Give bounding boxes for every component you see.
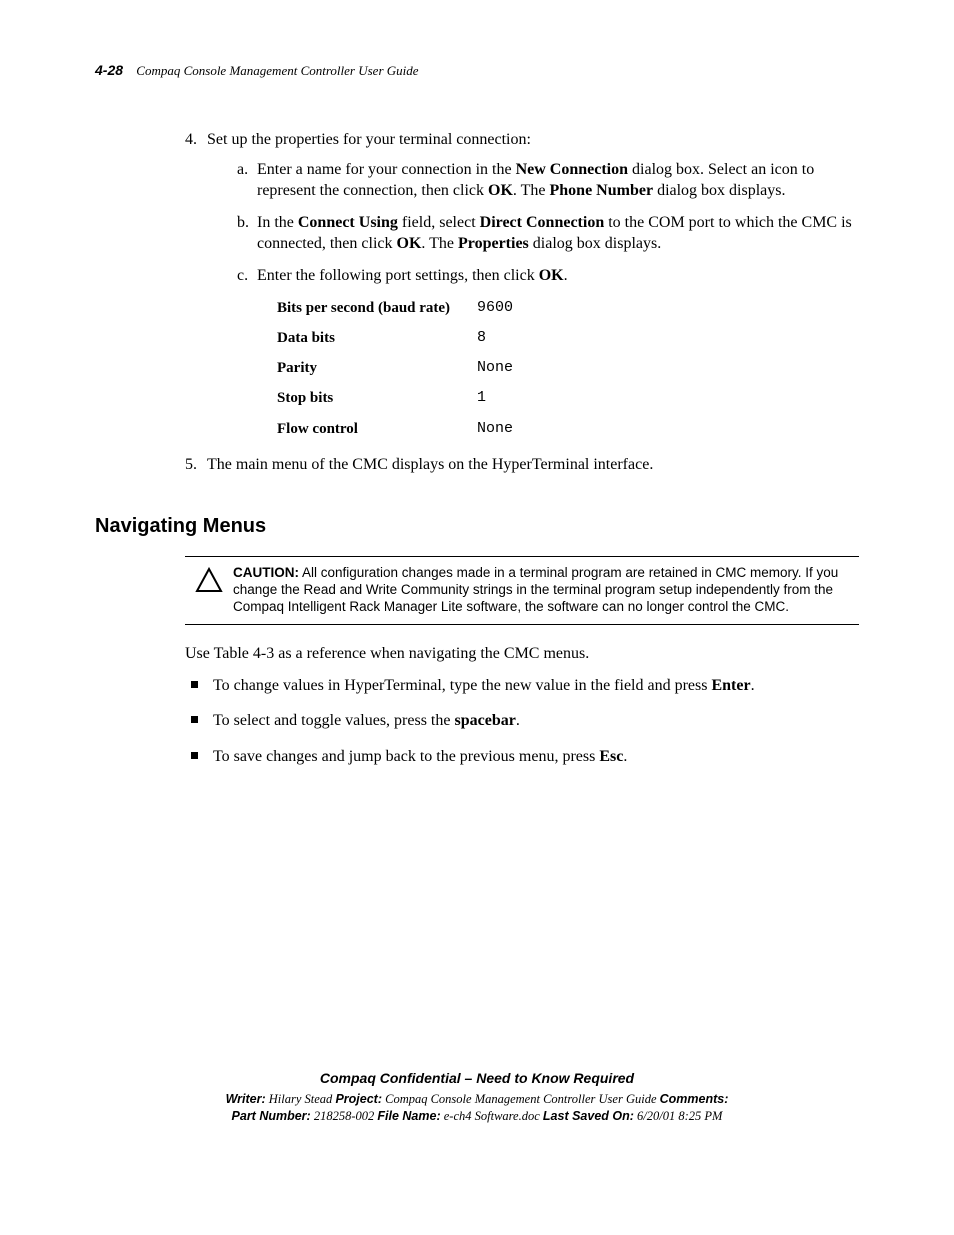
page-footer: Compaq Confidential – Need to Know Requi… [95,1069,859,1125]
footer-meta-line-2: Part Number: 218258-002 File Name: e-ch4… [95,1108,859,1125]
nav-menus-body: Use Table 4-3 as a reference when naviga… [185,643,859,767]
footer-meta-line-1: Writer: Hilary Stead Project: Compaq Con… [95,1091,859,1108]
step-4b-label: b. [237,212,249,234]
step-4-number: 4. [185,129,197,151]
step-5-text: The main menu of the CMC displays on the… [207,456,653,473]
list-item: To select and toggle values, press the s… [185,710,859,732]
section-heading-navigating-menus: Navigating Menus [95,515,859,538]
list-item: To change values in HyperTerminal, type … [185,675,859,697]
step-4: 4. Set up the properties for your termin… [185,129,859,444]
step-4-text: Set up the properties for your terminal … [207,131,531,148]
step-4a: a. Enter a name for your connection in t… [237,159,859,202]
port-settings-table: Bits per second (baud rate)9600 Data bit… [277,293,513,444]
table-row: Data bits8 [277,323,513,353]
step-4c-label: c. [237,265,248,287]
caution-icon [185,565,233,616]
table-row: ParityNone [277,353,513,383]
footer-confidential: Compaq Confidential – Need to Know Requi… [95,1069,859,1088]
body-content: 4. Set up the properties for your termin… [185,129,859,475]
table-row: Flow controlNone [277,414,513,444]
caution-box: CAUTION: All configuration changes made … [185,556,859,625]
step-5: 5. The main menu of the CMC displays on … [185,454,859,476]
list-item: To save changes and jump back to the pre… [185,746,859,768]
page-header: 4-28 Compaq Console Management Controlle… [95,62,859,79]
step-4c: c. Enter the following port settings, th… [237,265,859,444]
nav-intro: Use Table 4-3 as a reference when naviga… [185,643,859,665]
table-row: Bits per second (baud rate)9600 [277,293,513,323]
step-4b: b. In the Connect Using field, select Di… [237,212,859,255]
step-4a-label: a. [237,159,248,181]
step-5-number: 5. [185,454,197,476]
page-number: 4-28 [95,62,123,78]
table-row: Stop bits1 [277,383,513,413]
caution-text: CAUTION: All configuration changes made … [233,565,859,616]
header-title: Compaq Console Management Controller Use… [136,63,418,78]
